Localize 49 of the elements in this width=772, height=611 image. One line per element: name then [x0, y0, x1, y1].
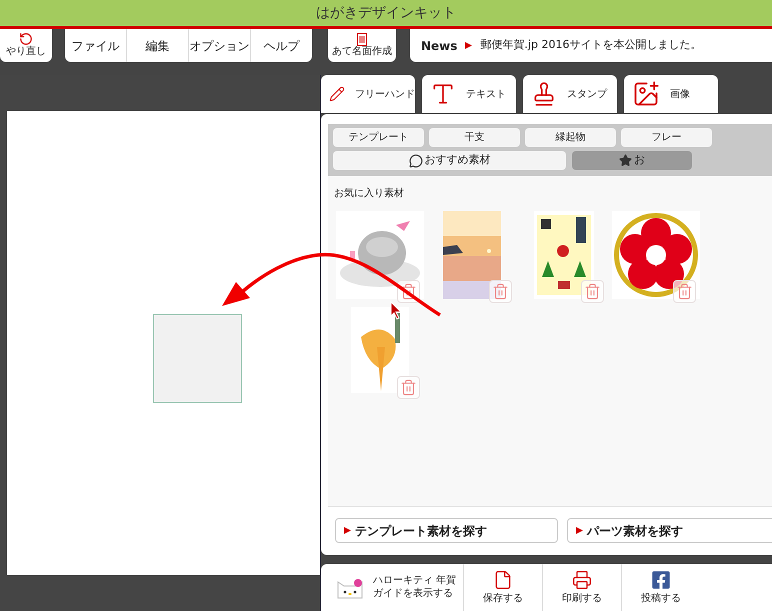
category-tab[interactable]: 縁起物 — [525, 128, 616, 147]
address-card-icon — [357, 32, 367, 46]
window-title: はがきデザインキット — [316, 4, 456, 22]
trash-icon — [400, 379, 417, 396]
tool-tab[interactable]: 画像 — [624, 75, 718, 113]
triangle-icon — [344, 527, 351, 534]
menu-item[interactable]: オプション — [188, 29, 250, 62]
address-button[interactable]: あて名面作成 — [328, 29, 396, 62]
tool-tab[interactable]: フリーハンド — [321, 75, 415, 113]
menu-item[interactable]: ヘルプ — [250, 29, 312, 62]
news-link[interactable]: 郵便年賀.jp 2016サイトを本公開しました。 — [480, 37, 702, 54]
material-tab[interactable]: おすすめ素材 — [333, 151, 566, 170]
trash-button[interactable] — [581, 280, 604, 303]
trash-button[interactable] — [397, 376, 420, 399]
menu-item[interactable]: 編集 — [126, 29, 188, 62]
footer-button[interactable]: 投稿する — [621, 564, 700, 611]
guide-text-line: ハローキティ 年賀 — [373, 575, 456, 588]
image-add-icon — [632, 80, 660, 108]
tool-tab[interactable]: スタンプ — [523, 75, 617, 113]
guide-text-line: ガイドを表示する — [373, 588, 454, 600]
undo-icon — [19, 32, 33, 46]
triangle-icon — [465, 42, 472, 49]
menu-item[interactable]: ファイル — [65, 29, 126, 62]
star-icon — [619, 154, 632, 167]
search-material-button[interactable]: パーツ素材を探す — [567, 518, 772, 543]
trash-button[interactable] — [489, 280, 512, 303]
search-material-button[interactable]: テンプレート素材を探す — [335, 518, 558, 543]
document-icon — [493, 570, 513, 590]
undo-button[interactable]: やり直し — [0, 29, 52, 62]
printer-icon — [572, 570, 592, 590]
facebook-icon — [651, 570, 671, 590]
material-tab[interactable]: お — [572, 151, 692, 170]
triangle-icon — [576, 527, 583, 534]
guide-button[interactable]: ハローキティ 年賀 ガイドを表示する — [321, 564, 463, 611]
trash-icon — [676, 283, 693, 300]
favorites-title: お気に入り素材 — [334, 186, 405, 201]
category-tab[interactable]: 干支 — [429, 128, 520, 147]
news-label: News — [421, 38, 458, 54]
footer-button[interactable]: 印刷する — [542, 564, 621, 611]
footer-button[interactable]: 保存する — [463, 564, 542, 611]
trash-icon — [584, 283, 601, 300]
mouse-cursor-icon — [390, 300, 402, 320]
speech-bubble-icon — [408, 154, 422, 168]
category-tab[interactable]: テンプレート — [333, 128, 424, 147]
tool-tab[interactable]: テキスト — [422, 75, 516, 113]
trash-icon — [492, 283, 509, 300]
category-tab[interactable]: フレー — [621, 128, 712, 147]
trash-icon — [400, 283, 417, 300]
trash-button[interactable] — [673, 280, 696, 303]
